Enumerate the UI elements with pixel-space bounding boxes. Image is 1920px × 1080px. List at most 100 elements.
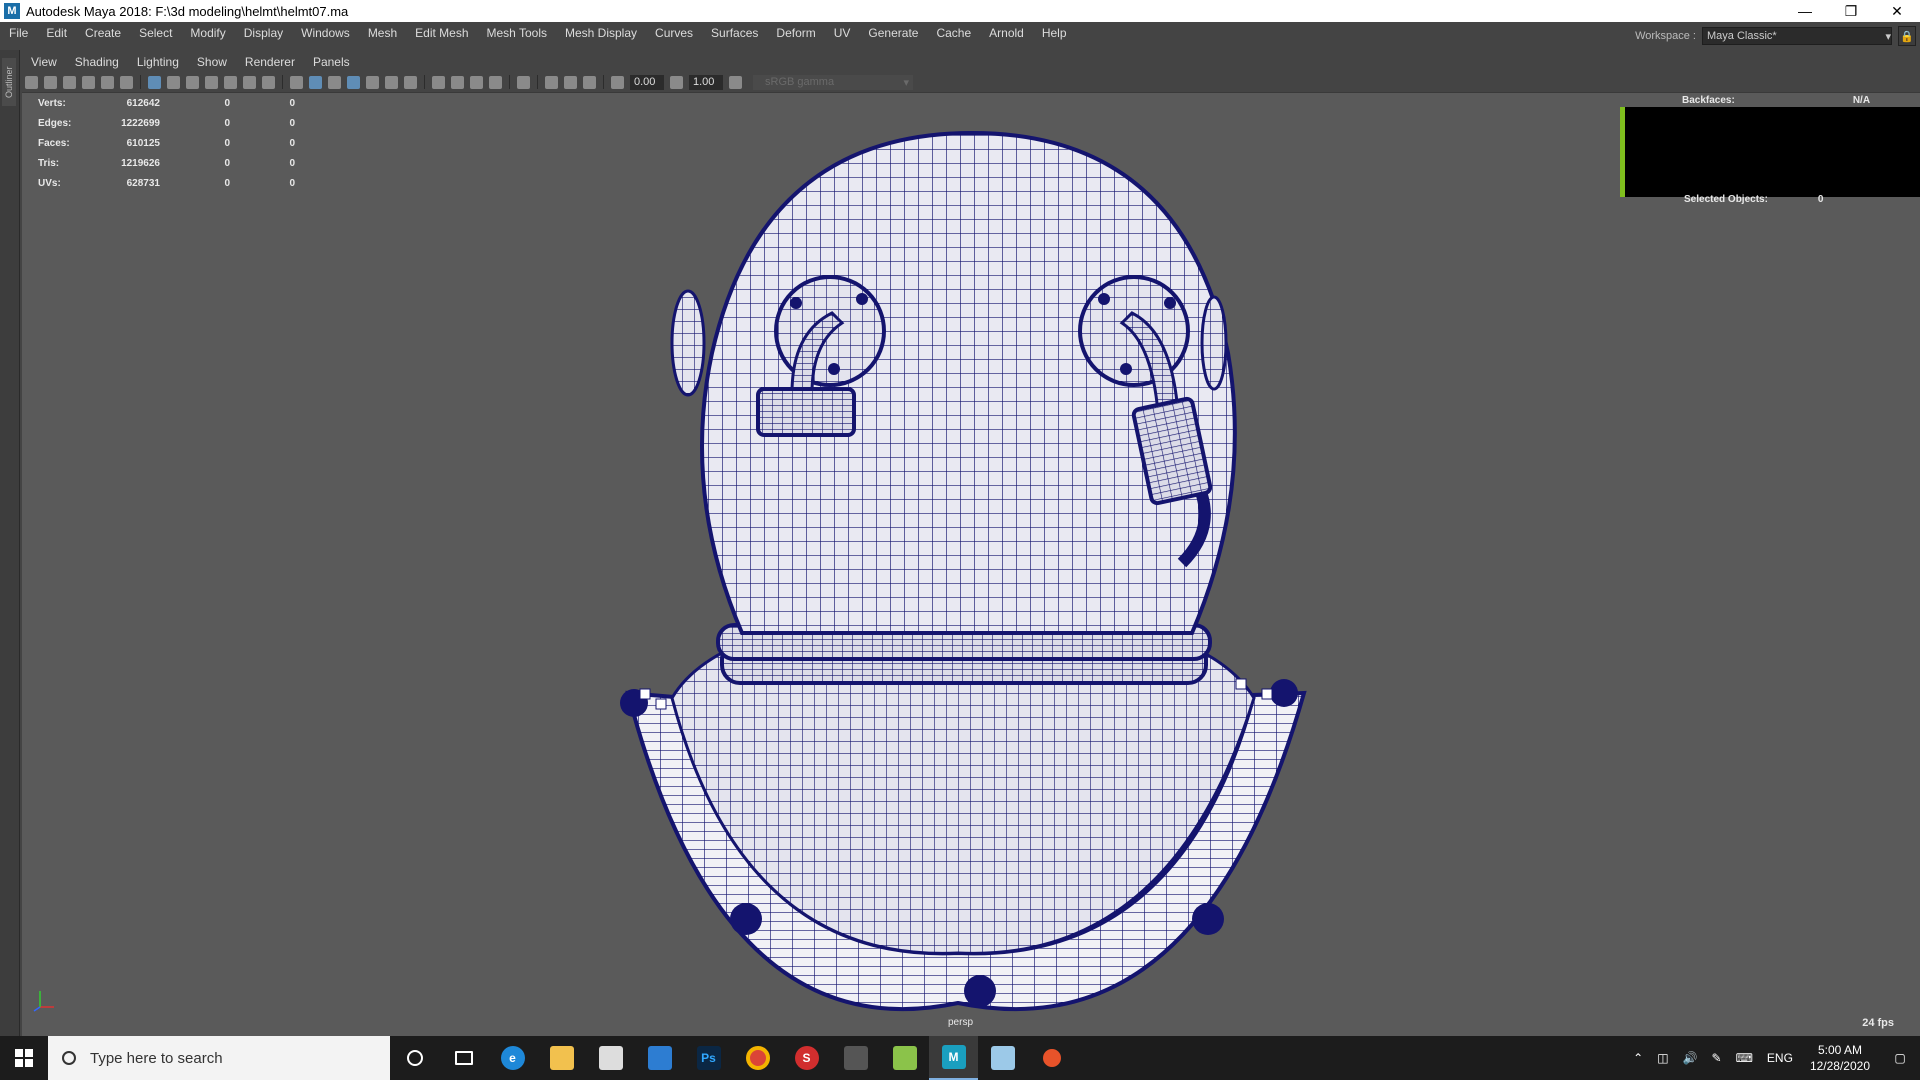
xray-icon[interactable] — [545, 75, 558, 89]
app-icon-2[interactable] — [978, 1036, 1027, 1080]
menu-file[interactable]: File — [0, 26, 35, 40]
workspace-dropdown[interactable]: Maya Classic* ▾ — [1702, 27, 1892, 45]
textured-icon[interactable] — [366, 75, 379, 89]
edge-icon[interactable]: e — [488, 1036, 537, 1080]
panel-menu-panels[interactable]: Panels — [304, 55, 359, 69]
view-transform-dropdown[interactable]: sRGB gamma ▾ — [753, 74, 913, 90]
gamma-field[interactable]: 1.00 — [689, 74, 723, 90]
film-gate-icon[interactable] — [167, 75, 180, 89]
grid-icon[interactable] — [148, 75, 161, 89]
panel-menu-renderer[interactable]: Renderer — [236, 55, 304, 69]
panel-menu-view[interactable]: View — [22, 55, 66, 69]
grease-pencil-icon[interactable] — [120, 75, 133, 89]
cortana-icon[interactable] — [390, 1036, 439, 1080]
app-icon-3[interactable] — [1027, 1036, 1076, 1080]
shadows-icon[interactable] — [404, 75, 417, 89]
menu-mesh-tools[interactable]: Mesh Tools — [476, 26, 554, 40]
side-boss-right — [1200, 295, 1228, 391]
mail-icon[interactable] — [635, 1036, 684, 1080]
default-material-icon[interactable] — [328, 75, 341, 89]
xray-active-components-icon[interactable] — [564, 75, 577, 89]
ambient-occlusion-icon[interactable] — [432, 75, 445, 89]
panel-menu-lighting[interactable]: Lighting — [128, 55, 188, 69]
gamma-icon[interactable] — [670, 75, 683, 89]
menu-curves[interactable]: Curves — [644, 26, 700, 40]
selected-objects-value: 0 — [1817, 194, 1824, 205]
app-icon[interactable] — [831, 1036, 880, 1080]
xray-joints-icon[interactable] — [583, 75, 596, 89]
helmet-wireframe-model[interactable] — [22, 93, 1920, 1036]
windows-start-icon[interactable] — [0, 1036, 48, 1080]
search-placeholder: Type here to search — [90, 1049, 223, 1067]
image-plane-icon[interactable] — [82, 75, 95, 89]
menu-edit-mesh[interactable]: Edit Mesh — [404, 26, 475, 40]
smooth-shade-icon[interactable] — [309, 75, 322, 89]
menu-generate[interactable]: Generate — [857, 26, 925, 40]
menu-deform[interactable]: Deform — [765, 26, 822, 40]
2d-pan-zoom-icon[interactable] — [101, 75, 114, 89]
viewport-persp[interactable]: Verts: 612642 0 0 Edges: 1222699 0 0 Fac… — [22, 92, 1920, 1036]
menu-edit[interactable]: Edit — [35, 26, 74, 40]
lock-icon[interactable]: 🔒 — [1898, 26, 1916, 46]
hud-value: 0 — [289, 97, 295, 109]
menu-cache[interactable]: Cache — [925, 26, 978, 40]
photoshop-icon[interactable]: Ps — [684, 1036, 733, 1080]
menu-create[interactable]: Create — [74, 26, 128, 40]
isolate-select-icon[interactable] — [517, 75, 530, 89]
chrome-icon[interactable] — [733, 1036, 782, 1080]
pen-icon[interactable]: ✎ — [1712, 1051, 1722, 1065]
toolbar-divider — [282, 75, 283, 89]
menu-arnold[interactable]: Arnold — [978, 26, 1031, 40]
gate-mask-icon[interactable] — [205, 75, 218, 89]
menu-select[interactable]: Select — [128, 26, 179, 40]
language-indicator[interactable]: ENG — [1767, 1051, 1793, 1065]
camera-attributes-icon[interactable] — [44, 75, 57, 89]
safe-title-icon[interactable] — [262, 75, 275, 89]
panel-menu-shading[interactable]: Shading — [66, 55, 128, 69]
menu-modify[interactable]: Modify — [179, 26, 232, 40]
file-explorer-icon[interactable] — [537, 1036, 586, 1080]
camera-select-icon[interactable] — [25, 75, 38, 89]
notification-icon[interactable]: ▢ — [1880, 1036, 1920, 1080]
taskbar-search-box[interactable]: Type here to search — [48, 1036, 390, 1080]
depth-of-field-icon[interactable] — [489, 75, 502, 89]
menu-surfaces[interactable]: Surfaces — [700, 26, 765, 40]
exposure-icon[interactable] — [611, 75, 624, 89]
menu-windows[interactable]: Windows — [290, 26, 357, 40]
network-icon[interactable]: ◫ — [1657, 1051, 1668, 1065]
anti-aliasing-icon[interactable] — [470, 75, 483, 89]
port-bolt — [828, 363, 840, 375]
close-icon[interactable]: ✕ — [1874, 0, 1920, 22]
keyboard-icon[interactable]: ⌨ — [1736, 1051, 1753, 1065]
task-view-icon[interactable] — [439, 1036, 488, 1080]
hud-row-tris: Tris: 1219626 0 0 — [38, 153, 295, 173]
menu-uv[interactable]: UV — [823, 26, 858, 40]
substance-icon[interactable]: S — [782, 1036, 831, 1080]
bookmark-icon[interactable] — [63, 75, 76, 89]
clock[interactable]: 5:00 AM 12/28/2020 — [1810, 1042, 1870, 1074]
wireframe-icon[interactable] — [290, 75, 303, 89]
menu-help[interactable]: Help — [1031, 26, 1074, 40]
menu-display[interactable]: Display — [233, 26, 290, 40]
color-management-icon[interactable] — [729, 75, 742, 89]
menu-mesh-display[interactable]: Mesh Display — [554, 26, 644, 40]
menu-mesh[interactable]: Mesh — [357, 26, 404, 40]
maps-icon[interactable] — [880, 1036, 929, 1080]
panel-menu-show[interactable]: Show — [188, 55, 236, 69]
store-icon[interactable] — [586, 1036, 635, 1080]
hud-label: Tris: — [38, 157, 60, 169]
minimize-icon[interactable]: — — [1782, 0, 1828, 22]
safe-action-icon[interactable] — [243, 75, 256, 89]
maya-icon[interactable]: M — [929, 1036, 978, 1080]
restore-icon[interactable]: ❐ — [1828, 0, 1874, 22]
resolution-gate-icon[interactable] — [186, 75, 199, 89]
motion-blur-icon[interactable] — [451, 75, 464, 89]
chevron-up-icon[interactable]: ⌃ — [1633, 1051, 1643, 1065]
use-all-lights-icon[interactable] — [385, 75, 398, 89]
field-chart-icon[interactable] — [224, 75, 237, 89]
selected-objects-label: Selected Objects: — [1684, 194, 1768, 205]
exposure-field[interactable]: 0.00 — [630, 74, 664, 90]
wireframe-on-shaded-icon[interactable] — [347, 75, 360, 89]
outliner-tab[interactable]: Outliner — [2, 58, 16, 106]
volume-icon[interactable]: 🔊 — [1683, 1051, 1698, 1065]
